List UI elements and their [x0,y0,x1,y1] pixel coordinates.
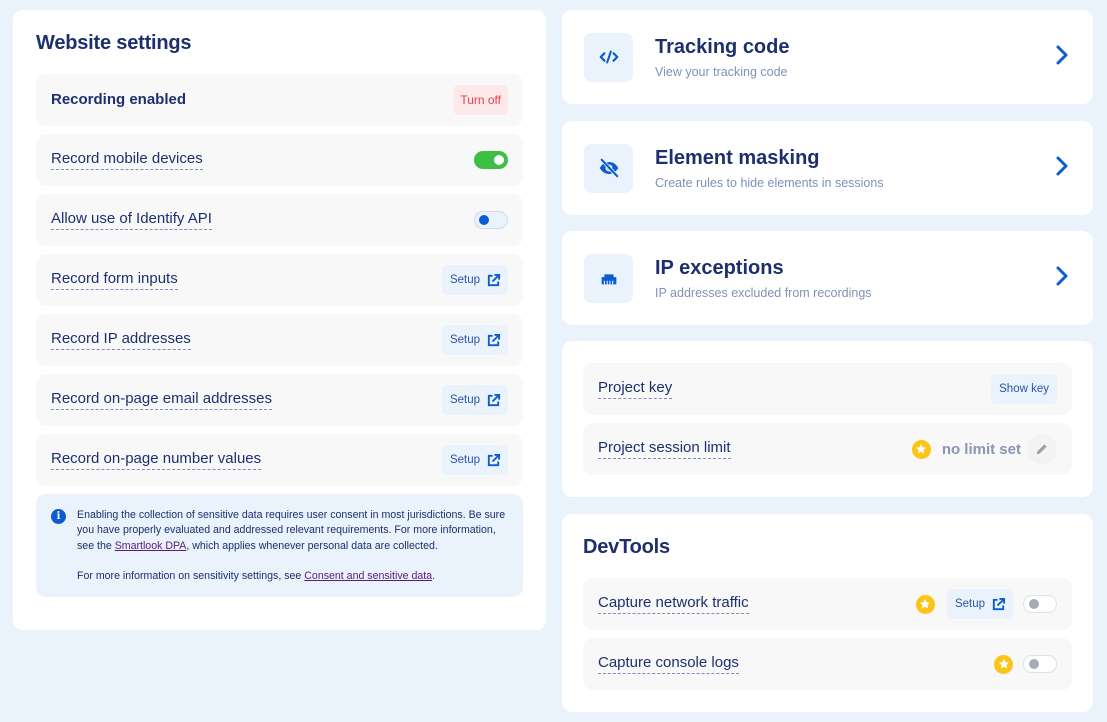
element-masking-subtitle: Create rules to hide elements in session… [655,175,884,190]
eye-slash-icon-box [584,143,633,193]
premium-star-icon [994,654,1013,674]
session-limit-value: no limit set [941,440,1021,458]
info-text: Enabling the collection of sensitive dat… [77,508,508,584]
record-number-values-label[interactable]: Record on-page number values [51,450,262,470]
recording-enabled-row: Recording enabled Turn off [36,74,523,126]
element-masking-title: Element masking [655,146,820,169]
record-mobile-devices-row: Record mobile devices [36,134,523,186]
record-ip-addresses-label[interactable]: Record IP addresses [51,330,191,350]
external-link-icon [487,273,501,286]
capture-network-setup-button[interactable]: Setup [946,589,1013,619]
pencil-icon [1036,444,1047,455]
identify-api-toggle[interactable] [474,211,508,229]
project-key-label[interactable]: Project key [598,379,673,399]
element-masking-card[interactable]: Element masking Create rules to hide ele… [562,121,1093,215]
external-link-icon [487,333,501,346]
sensitive-data-info-box: i Enabling the collection of sensitive d… [36,494,523,598]
external-link-icon [992,597,1006,610]
record-ip-addresses-setup-button[interactable]: Setup [441,325,508,355]
external-link-icon [487,453,501,466]
devtools-title: DevTools [583,536,670,558]
turn-off-button[interactable]: Turn off [453,85,508,115]
record-number-values-row: Record on-page number values Setup [36,434,523,486]
setup-label: Setup [449,334,480,346]
project-settings-card: Project key Show key Project session lim… [562,341,1093,497]
setup-label: Setup [449,454,480,466]
chevron-right-icon[interactable] [1053,155,1071,182]
website-settings-title: Website settings [36,32,192,54]
edit-limit-button[interactable] [1027,434,1057,464]
record-form-inputs-label[interactable]: Record form inputs [51,270,178,290]
chevron-right-icon[interactable] [1053,44,1071,71]
premium-star-icon [915,594,935,614]
code-icon [599,50,618,64]
premium-star-icon [911,439,931,459]
record-email-addresses-label[interactable]: Record on-page email addresses [51,390,272,410]
setup-label: Setup [449,394,480,406]
record-mobile-devices-toggle[interactable] [474,151,508,169]
capture-console-logs-row: Capture console logs [583,638,1072,690]
toggle-knob [1029,659,1039,669]
setup-label: Setup [449,274,480,286]
info-text-part: , which applies whenever personal data a… [186,539,438,552]
toggle-knob [494,155,504,165]
info-text-part: . [432,569,436,582]
toggle-knob [479,215,489,225]
devtools-card: DevTools Capture network traffic Setup C… [562,514,1093,712]
project-session-limit-label[interactable]: Project session limit [598,439,731,459]
toggle-knob [1029,599,1039,609]
record-form-inputs-setup-button[interactable]: Setup [441,265,508,295]
ip-exceptions-title: IP exceptions [655,256,784,279]
record-ip-addresses-row: Record IP addresses Setup [36,314,523,366]
tracking-code-title: Tracking code [655,35,790,58]
ethernet-icon-box [584,253,633,303]
project-session-limit-row: Project session limit no limit set [583,423,1072,475]
chevron-right-icon[interactable] [1053,265,1071,292]
record-form-inputs-row: Record form inputs Setup [36,254,523,306]
capture-console-toggle[interactable] [1023,655,1057,673]
smartlook-dpa-link[interactable]: Smartlook DPA [115,540,187,552]
capture-console-logs-label[interactable]: Capture console logs [598,654,739,674]
recording-enabled-label: Recording enabled [51,90,187,108]
identify-api-row: Allow use of Identify API [36,194,523,246]
external-link-icon [487,393,501,406]
code-icon-box [584,32,633,82]
eye-slash-icon [599,158,619,178]
record-mobile-devices-label[interactable]: Record mobile devices [51,150,203,170]
capture-network-toggle[interactable] [1023,595,1057,613]
tracking-code-subtitle: View your tracking code [655,64,788,79]
consent-sensitive-data-link[interactable]: Consent and sensitive data [304,570,432,582]
ethernet-icon [601,274,616,285]
record-email-addresses-row: Record on-page email addresses Setup [36,374,523,426]
info-icon: i [51,509,66,524]
tracking-code-card[interactable]: Tracking code View your tracking code [562,10,1093,104]
info-text-part: For more information on sensitivity sett… [77,569,305,582]
record-email-addresses-setup-button[interactable]: Setup [441,385,508,415]
project-key-row: Project key Show key [583,363,1072,415]
identify-api-label[interactable]: Allow use of Identify API [51,210,212,230]
capture-network-traffic-label[interactable]: Capture network traffic [598,594,749,614]
show-key-button[interactable]: Show key [991,374,1057,404]
ip-exceptions-subtitle: IP addresses excluded from recordings [655,285,872,300]
record-number-values-setup-button[interactable]: Setup [441,445,508,475]
setup-label: Setup [954,598,985,610]
ip-exceptions-card[interactable]: IP exceptions IP addresses excluded from… [562,231,1093,325]
capture-network-traffic-row: Capture network traffic Setup [583,578,1072,630]
website-settings-card: Website settings Recording enabled Turn … [13,10,546,630]
